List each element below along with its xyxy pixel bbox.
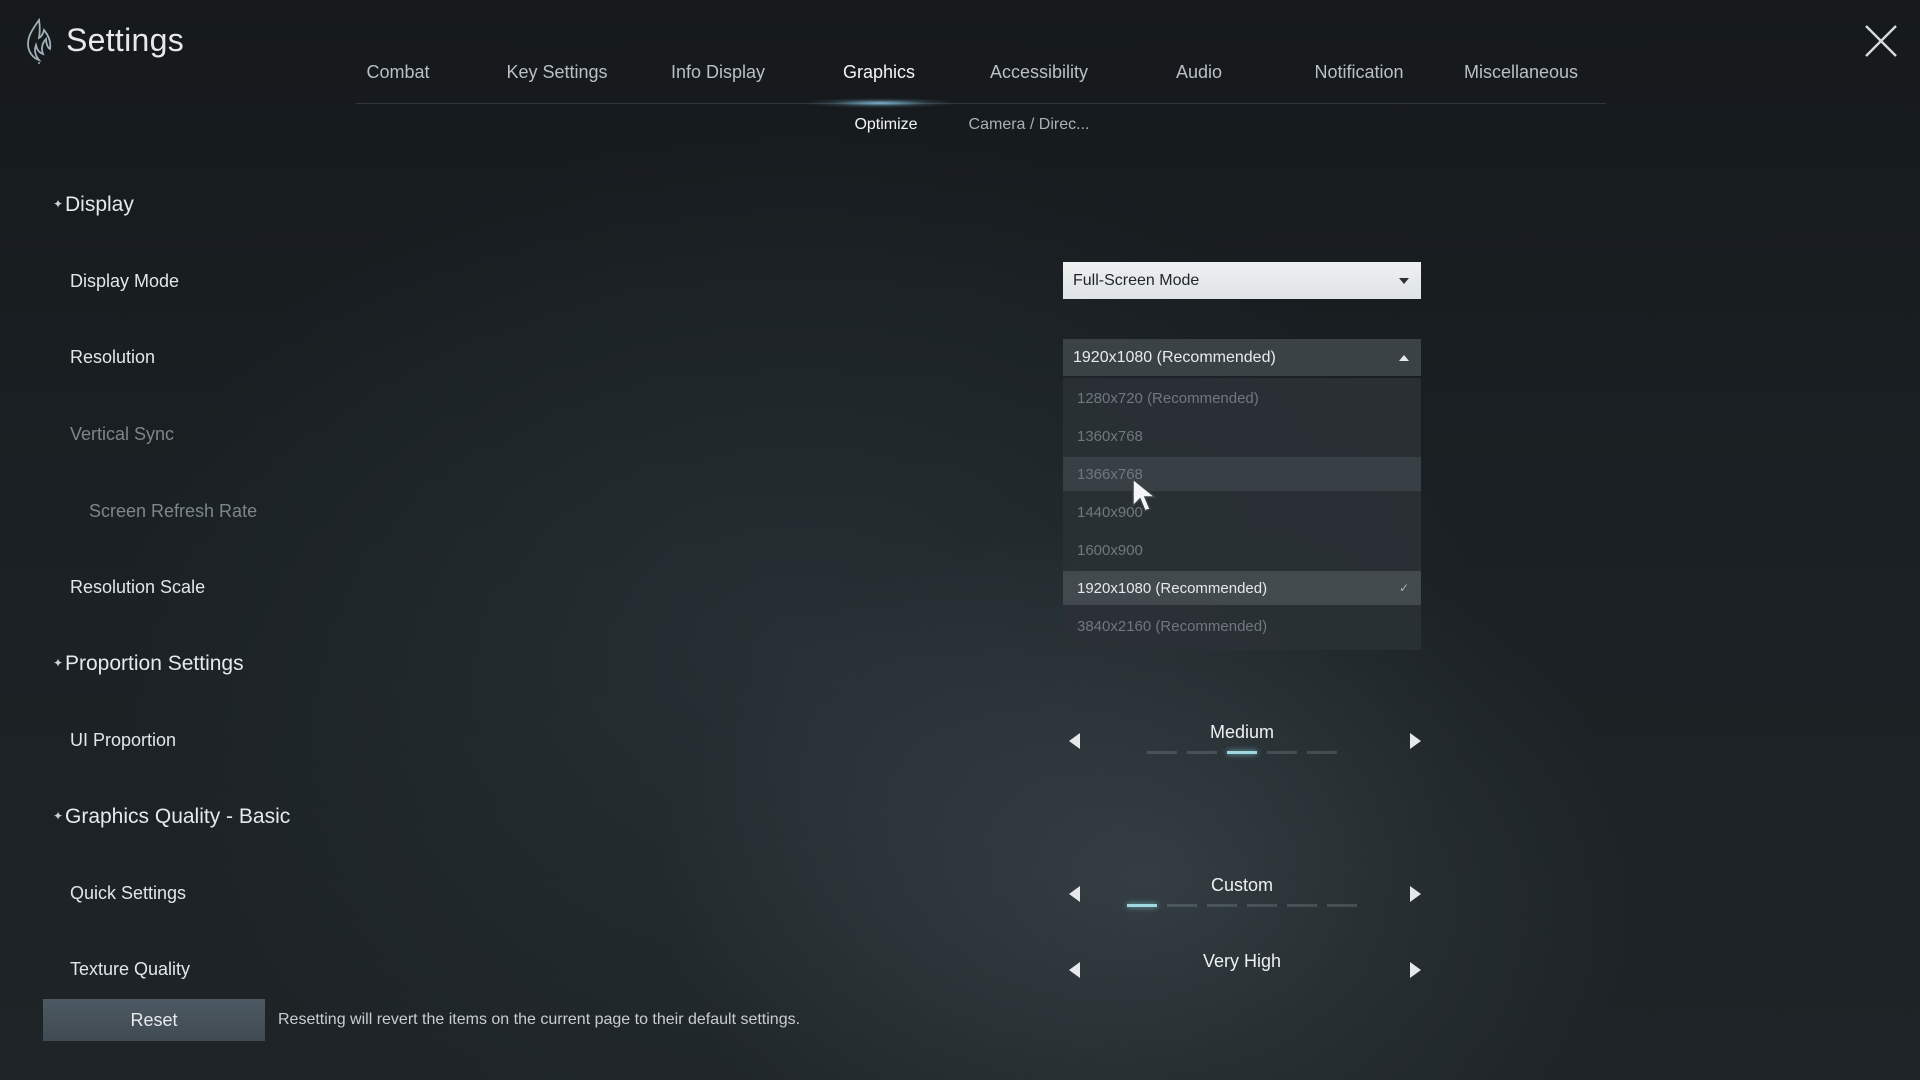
arrow-right-icon[interactable] (1403, 729, 1427, 753)
resolution-scale-label: Resolution Scale (70, 577, 206, 597)
quick-settings-value: Custom (1210, 875, 1273, 895)
resolution-option-label: 1920x1080 (Recommended) (1077, 579, 1268, 597)
level-pip (1307, 751, 1337, 754)
settings-screen: Settings Combat Key Settings Info Displa… (0, 0, 1920, 1080)
resolution-option[interactable]: 1360x768 (1063, 419, 1421, 453)
reset-button[interactable]: Reset (43, 999, 265, 1041)
reset-note: Resetting will revert the items on the c… (278, 1011, 801, 1028)
section-graphics-basic-label: Graphics Quality - Basic (65, 805, 291, 828)
tab-key-settings[interactable]: Key Settings (506, 62, 607, 102)
ui-proportion-label: UI Proportion (70, 730, 177, 750)
chevron-down-icon (1399, 277, 1409, 284)
ui-proportion-levels (1063, 751, 1421, 754)
display-mode-dropdown[interactable]: Full-Screen Mode (1063, 262, 1421, 299)
bullet-icon: ✦ (53, 809, 64, 823)
level-pip (1187, 751, 1217, 754)
chevron-up-icon (1399, 354, 1409, 361)
section-proportion-label: Proportion Settings (65, 652, 244, 675)
quick-settings-stepper[interactable]: Custom (1063, 875, 1421, 925)
resolution-option[interactable]: 1600x900 (1063, 533, 1421, 567)
tabs-divider (356, 103, 1606, 104)
level-pip (1167, 904, 1197, 907)
subtab-optimize[interactable]: Optimize (854, 116, 917, 134)
resolution-option[interactable]: 1280x720 (Recommended) (1063, 381, 1421, 415)
level-pip (1147, 751, 1177, 754)
display-mode-value: Full-Screen Mode (1073, 271, 1200, 289)
mouse-cursor-icon (1132, 477, 1158, 512)
texture-quality-label: Texture Quality (70, 959, 191, 979)
arrow-right-icon[interactable] (1403, 882, 1427, 906)
tab-miscellaneous[interactable]: Miscellaneous (1464, 62, 1578, 102)
texture-quality-stepper[interactable]: Very High (1063, 951, 1421, 1001)
level-pip-active (1127, 904, 1157, 907)
tab-combat[interactable]: Combat (366, 62, 429, 102)
ui-proportion-value: Medium (1209, 722, 1275, 742)
level-pip-active (1227, 751, 1257, 754)
section-title-graphics-basic: ✦Graphics Quality - Basic (53, 805, 290, 829)
level-pip (1207, 904, 1237, 907)
texture-quality-value: Very High (1202, 951, 1282, 971)
checkmark-icon: ✓ (1398, 581, 1409, 595)
tab-info-display[interactable]: Info Display (671, 62, 765, 102)
resolution-dropdown[interactable]: 1920x1080 (Recommended) (1063, 339, 1421, 376)
level-pip (1267, 751, 1297, 754)
subtab-camera-direction[interactable]: Camera / Direc... (969, 116, 1090, 134)
tab-audio[interactable]: Audio (1176, 62, 1222, 102)
display-mode-label: Display Mode (70, 271, 180, 291)
quick-settings-levels (1063, 904, 1421, 907)
tab-accessibility[interactable]: Accessibility (990, 62, 1088, 102)
quick-settings-label: Quick Settings (70, 883, 187, 903)
tab-graphics[interactable]: Graphics (843, 62, 915, 102)
section-title-proportion: ✦Proportion Settings (53, 652, 244, 676)
arrow-right-icon[interactable] (1403, 958, 1427, 982)
sub-tabs: Optimize Camera / Direc... (0, 116, 1920, 146)
resolution-label: Resolution (70, 347, 156, 367)
level-pip (1247, 904, 1277, 907)
bullet-icon: ✦ (53, 197, 64, 211)
resolution-option[interactable]: 3840x2160 (Recommended) (1063, 609, 1421, 643)
level-pip (1327, 904, 1357, 907)
resolution-option-selected[interactable]: 1920x1080 (Recommended) ✓ (1063, 571, 1421, 605)
resolution-option[interactable]: 1366x768 (1063, 457, 1421, 491)
ui-proportion-stepper[interactable]: Medium (1063, 722, 1421, 772)
resolution-option[interactable]: 1440x900 (1063, 495, 1421, 529)
main-tabs: Combat Key Settings Info Display Graphic… (0, 62, 1920, 106)
level-pip (1287, 904, 1317, 907)
page-title: Settings (66, 22, 185, 58)
flame-emblem-icon (27, 18, 52, 64)
vertical-sync-label: Vertical Sync (70, 424, 175, 444)
screen-refresh-rate-label: Screen Refresh Rate (89, 501, 258, 521)
section-display-label: Display (65, 193, 134, 216)
resolution-value: 1920x1080 (Recommended) (1073, 348, 1276, 366)
section-title-display: ✦Display (53, 193, 134, 217)
tab-notification[interactable]: Notification (1314, 62, 1403, 102)
close-icon[interactable] (1862, 22, 1900, 60)
bullet-icon: ✦ (53, 656, 64, 670)
active-tab-indicator (805, 98, 955, 108)
resolution-options-list: 1280x720 (Recommended) 1360x768 1366x768… (1063, 378, 1421, 650)
